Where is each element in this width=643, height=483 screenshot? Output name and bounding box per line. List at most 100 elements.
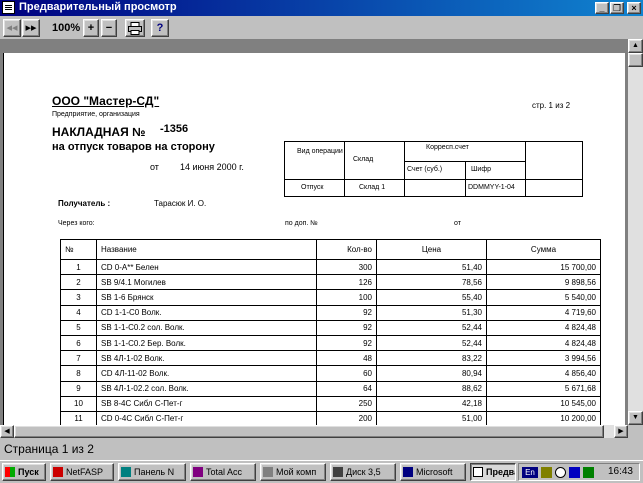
computer-icon bbox=[263, 467, 273, 477]
row-name: CD 0-4C Сибл С-Пет-г bbox=[96, 411, 317, 425]
document-page: ООО "Мастер-СД" Предприятие, организация… bbox=[3, 53, 625, 425]
system-tray: En 16:43 bbox=[518, 463, 640, 481]
row-price: 83,22 bbox=[376, 350, 487, 366]
horizontal-scroll-thumb[interactable] bbox=[14, 425, 604, 438]
zoom-level: 100% bbox=[52, 22, 81, 34]
page-info: стр. 1 из 2 bbox=[532, 101, 571, 110]
print-button[interactable] bbox=[125, 19, 145, 37]
maximize-button[interactable]: ❐ bbox=[610, 2, 624, 14]
sklad-value: Склад 1 bbox=[359, 184, 386, 191]
row-name: CD 1-1-C0 Волк. bbox=[96, 305, 317, 321]
table-row: 1 СD 0-А** Белен 300 51,40 15 700,00 bbox=[60, 259, 601, 275]
task-total-acc[interactable]: Total Acc bbox=[190, 463, 256, 481]
row-qty: 250 bbox=[316, 396, 377, 412]
korr-header: Корресп.счет bbox=[426, 144, 469, 151]
row-number: 5 bbox=[60, 320, 97, 336]
table-row: 8 CD 4Л-11-02 Волк. 60 80,94 4 856,40 bbox=[60, 365, 601, 381]
task-netfasp[interactable]: NetFASP bbox=[50, 463, 114, 481]
clock-icon[interactable] bbox=[555, 467, 566, 478]
task-microsoft[interactable]: Microsoft bbox=[400, 463, 466, 481]
items-table: № Название Кол-во Цена Сумма 1 СD 0-А** Б… bbox=[60, 239, 601, 425]
scroll-up-button[interactable]: ▲ bbox=[628, 39, 643, 53]
help-icon: ? bbox=[156, 22, 164, 34]
scroll-right-button[interactable]: ▶ bbox=[614, 425, 628, 438]
minus-icon: − bbox=[105, 22, 113, 34]
row-name: CD 4Л-11-02 Волк. bbox=[96, 365, 317, 381]
org-caption: Предприятие, организация bbox=[52, 111, 140, 118]
windows-logo-icon bbox=[5, 467, 15, 477]
table-row: 5 SB 1-1-C0.2 сол. Волк. 92 52,44 4 824,48 bbox=[60, 320, 601, 336]
taskbar-clock[interactable]: 16:43 bbox=[608, 466, 633, 477]
table-row: 3 SB 1-6 Брянск 100 55,40 5 540,00 bbox=[60, 289, 601, 306]
next-page-button[interactable]: ▸▸ bbox=[22, 19, 40, 37]
title-bar[interactable]: Предварительный просмотр _ ❐ × bbox=[0, 0, 643, 16]
row-number: 8 bbox=[60, 365, 97, 381]
table-row: 2 SB 9/4.1 Могилев 126 78,56 9 898,56 bbox=[60, 274, 601, 290]
row-sum: 5 540,00 bbox=[486, 289, 601, 306]
taskbar: Пуск NetFASP Панель N Total Acc Мой комп… bbox=[0, 460, 643, 483]
volume-icon[interactable] bbox=[541, 467, 552, 478]
row-price: 88,62 bbox=[376, 381, 487, 397]
row-number: 9 bbox=[60, 381, 97, 397]
app-icon bbox=[121, 467, 131, 477]
language-indicator[interactable]: En bbox=[522, 467, 538, 478]
vertical-scroll-thumb[interactable] bbox=[628, 53, 643, 67]
col-name-header: Название bbox=[96, 239, 317, 260]
close-button[interactable]: × bbox=[627, 2, 641, 14]
row-price: 51,30 bbox=[376, 305, 487, 321]
org-name: ООО "Мастер-СД" bbox=[52, 94, 160, 108]
help-button[interactable]: ? bbox=[151, 19, 169, 37]
next-page-icon: ▸▸ bbox=[25, 22, 37, 34]
network-icon[interactable] bbox=[569, 467, 580, 478]
schet-header: Счет (суб.) bbox=[407, 166, 443, 173]
row-sum: 3 994,56 bbox=[486, 350, 601, 366]
doc-date: 14 июня 2000 г. bbox=[180, 162, 244, 172]
preview-area[interactable]: ООО "Мастер-СД" Предприятие, организация… bbox=[0, 39, 628, 425]
word-icon bbox=[403, 467, 413, 477]
row-qty: 100 bbox=[316, 289, 377, 306]
recipient-name: Тарасюк И. О. bbox=[154, 199, 207, 208]
task-disk[interactable]: Диск 3,5 bbox=[330, 463, 396, 481]
row-sum: 4 824,48 bbox=[486, 320, 601, 336]
row-name: SB 1-6 Брянск bbox=[96, 289, 317, 306]
row-sum: 15 700,00 bbox=[486, 259, 601, 275]
row-sum: 5 671,68 bbox=[486, 381, 601, 397]
table-row: 9 SB 4Л-1-02.2 сол. Волк. 64 88,62 5 671,68 bbox=[60, 381, 601, 397]
shifr-header: Шифр bbox=[471, 166, 491, 173]
prev-page-button[interactable]: ◂◂ bbox=[3, 19, 21, 37]
date-prefix: от bbox=[150, 162, 159, 172]
row-number: 11 bbox=[60, 411, 97, 425]
minimize-button[interactable]: _ bbox=[595, 2, 609, 14]
row-number: 6 bbox=[60, 335, 97, 351]
scroll-down-button[interactable]: ▼ bbox=[628, 411, 643, 425]
row-qty: 92 bbox=[316, 335, 377, 351]
row-price: 52,44 bbox=[376, 335, 487, 351]
app-icon[interactable] bbox=[2, 1, 15, 14]
tray-app-icon[interactable] bbox=[583, 467, 594, 478]
col-price-header: Цена bbox=[376, 239, 487, 260]
row-qty: 60 bbox=[316, 365, 377, 381]
task-preview[interactable]: Предва... bbox=[470, 463, 516, 481]
doc-title: НАКЛАДНАЯ № bbox=[52, 125, 146, 139]
row-name: СD 0-А** Белен bbox=[96, 259, 317, 275]
task-panel[interactable]: Панель N bbox=[118, 463, 186, 481]
horizontal-scrollbar[interactable]: ◀ ▶ bbox=[0, 425, 628, 438]
row-name: SB 1-1-C0.2 сол. Волк. bbox=[96, 320, 317, 336]
row-price: 42,18 bbox=[376, 396, 487, 412]
prev-page-icon: ◂◂ bbox=[6, 22, 18, 34]
scroll-left-button[interactable]: ◀ bbox=[0, 425, 14, 438]
zoom-out-button[interactable]: − bbox=[101, 19, 117, 37]
table-row: 6 SB 1-1-C0.2 Бер. Волк. 92 52,44 4 824,48 bbox=[60, 335, 601, 351]
zoom-in-button[interactable]: + bbox=[83, 19, 99, 37]
doc-number: -1356 bbox=[160, 123, 189, 135]
row-price: 51,40 bbox=[376, 259, 487, 275]
row-qty: 92 bbox=[316, 320, 377, 336]
row-name: SB 4Л-1-02 Волк. bbox=[96, 350, 317, 366]
arrow-right-icon: ▶ bbox=[618, 428, 624, 435]
shifr-value: DDMMYY-1-04 bbox=[468, 184, 515, 191]
vertical-scrollbar[interactable]: ▲ ▼ bbox=[628, 39, 643, 425]
plus-icon: + bbox=[87, 22, 95, 34]
start-button[interactable]: Пуск bbox=[2, 463, 46, 481]
task-my-computer[interactable]: Мой комп bbox=[260, 463, 326, 481]
row-number: 1 bbox=[60, 259, 97, 275]
